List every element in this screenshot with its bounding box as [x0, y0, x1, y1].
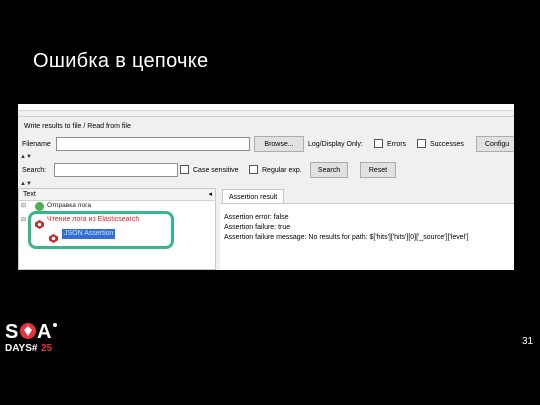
tree-header: Text ◂	[19, 189, 215, 201]
tree-item-label: Отправка лога	[47, 202, 91, 209]
assertion-result-panel: Assertion result Assertion error: false …	[220, 188, 514, 270]
filename-input[interactable]	[56, 137, 250, 151]
splitter-arrows-icon-2[interactable]: ▲▼	[20, 181, 32, 187]
search-input[interactable]	[54, 163, 178, 177]
tab-assertion-result[interactable]: Assertion result	[222, 189, 285, 204]
tree-expander-icon[interactable]: ⊟	[21, 202, 26, 209]
regex-checkbox[interactable]	[249, 165, 258, 174]
search-button[interactable]: Search	[310, 162, 348, 178]
case-sensitive-checkbox[interactable]	[180, 165, 189, 174]
successes-label: Successes	[430, 141, 464, 148]
log-display-label: Log/Display Only:	[308, 141, 363, 148]
browse-button[interactable]: Browse...	[254, 136, 304, 152]
tree-scroll-arrow-icon[interactable]: ◂	[208, 190, 212, 198]
errors-checkbox[interactable]	[374, 139, 383, 148]
configure-button[interactable]: Configu	[476, 136, 514, 152]
tree-item[interactable]: ⊟ Отправка лога	[21, 202, 211, 211]
tree-header-label: Text	[23, 191, 36, 198]
errors-label: Errors	[387, 141, 407, 148]
successes-checkbox[interactable]	[417, 139, 426, 148]
tree-expander-icon[interactable]: ⊟	[21, 216, 26, 223]
case-sensitive-label: Case sensitive	[193, 167, 239, 174]
success-icon	[35, 202, 44, 211]
slide-title: Ошибка в цепочке	[33, 50, 209, 72]
highlight-box	[28, 211, 174, 249]
reset-button[interactable]: Reset	[360, 162, 396, 178]
panel-title: Write results to file / Read from file	[24, 123, 131, 130]
regex-label: Regular exp.	[262, 167, 302, 174]
svg-text:25: 25	[41, 343, 53, 354]
filename-label: Filename	[22, 141, 51, 148]
sqa-days-logo: S A DAYS# 25	[4, 318, 64, 354]
assertion-result-body: Assertion error: false Assertion failure…	[220, 203, 514, 270]
assertion-failure-line: Assertion failure: true	[224, 224, 291, 231]
search-label: Search:	[22, 167, 47, 174]
assertion-failure-message-line: Assertion failure message: No results fo…	[224, 234, 469, 241]
splitter-arrows-icon[interactable]: ▲▼	[20, 154, 32, 160]
svg-text:A: A	[37, 321, 51, 343]
write-results-panel: Write results to file / Read from file F…	[18, 116, 514, 165]
svg-text:DAYS#: DAYS#	[5, 343, 38, 354]
jmeter-listener-screenshot: Write results to file / Read from file F…	[18, 104, 514, 270]
window-top-strip	[18, 104, 514, 111]
svg-text:S: S	[5, 321, 18, 343]
assertion-error-line: Assertion error: false	[224, 214, 289, 221]
page-number: 31	[522, 336, 534, 347]
